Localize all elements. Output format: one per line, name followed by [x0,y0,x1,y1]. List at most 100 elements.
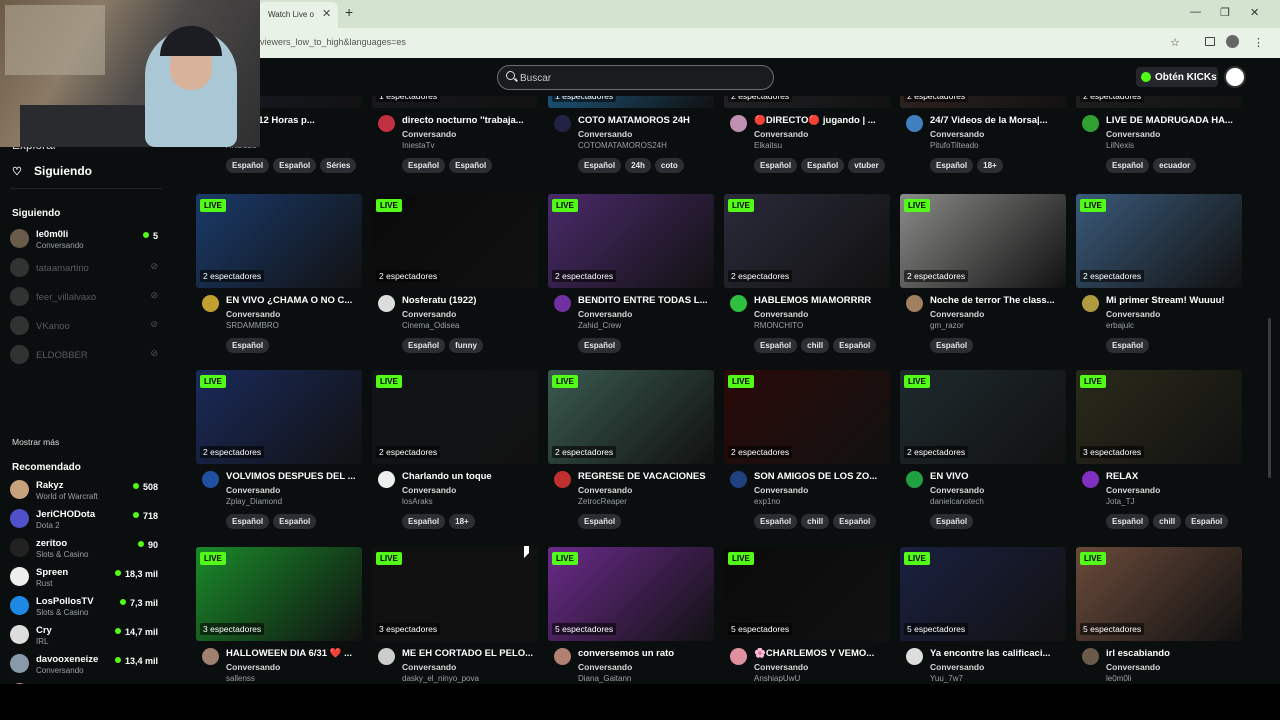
streamer-name[interactable]: AnshiapUwU [754,674,800,683]
tag-pill[interactable]: Español [1106,158,1150,173]
stream-card[interactable]: LIVE 5 espectadores irl escabiando Conversa… [1076,547,1242,684]
sidebar-channel[interactable]: VKanoo ⊘ [10,313,160,339]
streamer-avatar[interactable] [730,295,747,312]
stream-category[interactable]: Conversando [226,309,280,319]
streamer-avatar[interactable] [906,648,923,665]
tag-pill[interactable]: chill [801,338,830,353]
streamer-name[interactable]: sallenss [226,674,255,683]
stream-category[interactable]: Conversando [402,485,456,495]
stream-card[interactable]: LIVE 2 espectadores VOLVIMOS DESPUES DEL .… [196,370,362,546]
tag-pill[interactable]: Español [754,338,798,353]
maximize-icon[interactable]: ❐ [1220,6,1230,19]
stream-card[interactable]: LIVE 2 espectadores BENDITO ENTRE TODAS L.… [548,194,714,370]
streamer-avatar[interactable] [554,115,571,132]
stream-category[interactable]: Conversando [930,662,984,672]
tag-pill[interactable]: Español [754,158,798,173]
streamer-avatar[interactable] [730,115,747,132]
stream-card[interactable]: LIVE 2 espectadores HABLEMOS MIAMORRRR Conv… [724,194,890,370]
stream-thumbnail[interactable]: LIVE 5 espectadores [724,547,890,641]
tag-pill[interactable]: Español [1185,514,1229,529]
streamer-avatar[interactable] [378,648,395,665]
tag-pill[interactable]: Español [402,338,446,353]
stream-category[interactable]: Conversando [1106,129,1160,139]
cast-icon[interactable] [1205,37,1215,46]
streamer-name[interactable]: PitufoTilteado [930,141,979,150]
stream-thumbnail[interactable]: LIVE 2 espectadores [724,194,890,288]
tag-pill[interactable]: Español [833,338,877,353]
tag-pill[interactable]: Español [833,514,877,529]
sidebar-channel[interactable]: Cry IRL 14,7 mil [10,622,160,648]
streamer-name[interactable]: gm_razor [930,321,964,330]
stream-title[interactable]: 🌸CHARLEMOS Y VEMO... [754,648,890,659]
tag-pill[interactable]: Español [930,158,974,173]
user-avatar[interactable] [1224,66,1246,88]
minimize-icon[interactable]: — [1190,6,1201,18]
stream-title[interactable]: ME EH CORTADO EL PELO... [402,648,538,659]
stream-category[interactable]: Conversando [578,485,632,495]
stream-title[interactable]: 🔴DIRECTO🔴 jugando | ... [754,115,890,126]
stream-category[interactable]: Conversando [754,309,808,319]
stream-title[interactable]: 24/7 Videos de la Morsa|... [930,115,1066,126]
streamer-name[interactable]: LilNexis [1106,141,1134,150]
stream-title[interactable]: Charlando un toque [402,471,538,482]
stream-thumbnail[interactable]: LIVE 3 espectadores [372,547,538,641]
streamer-name[interactable]: RMONCHITO [754,321,803,330]
stream-thumbnail[interactable]: 2 espectadores [1076,96,1242,108]
streamer-avatar[interactable] [202,471,219,488]
sidebar-channel[interactable]: le0m0li Conversando 5 [10,226,160,252]
tag-pill[interactable]: chill [1153,514,1182,529]
close-window-icon[interactable]: ✕ [1250,6,1259,19]
stream-card[interactable]: LIVE 2 espectadores SON AMIGOS DE LOS ZO..… [724,370,890,546]
stream-thumbnail[interactable]: LIVE 2 espectadores [724,370,890,464]
streamer-name[interactable]: SRDAMMBRO [226,321,279,330]
stream-category[interactable]: Conversando [578,309,632,319]
stream-title[interactable]: COTO MATAMOROS 24H [578,115,714,126]
streamer-name[interactable]: COTOMATAMOROS24H [578,141,667,150]
stream-card[interactable]: LIVE 2 espectadores EN VIVO Conversando dani… [900,370,1066,546]
streamer-avatar[interactable] [202,648,219,665]
streamer-name[interactable]: Diana_Gaitann [578,674,631,683]
stream-title[interactable]: RELAX [1106,471,1242,482]
streamer-avatar[interactable] [378,471,395,488]
stream-title[interactable]: VOLVIMOS DESPUES DEL ... [226,471,362,482]
streamer-avatar[interactable] [554,648,571,665]
streamer-name[interactable]: Cinema_Odisea [402,321,459,330]
stream-category[interactable]: Conversando [402,662,456,672]
streamer-avatar[interactable] [906,295,923,312]
tag-pill[interactable]: Español [1106,514,1150,529]
stream-card[interactable]: LIVE 5 espectadores 🌸CHARLEMOS Y VEMO... Co… [724,547,890,684]
tag-pill[interactable]: Español [402,158,446,173]
stream-thumbnail[interactable]: LIVE 5 espectadores [1076,547,1242,641]
stream-card[interactable]: LIVE 3 espectadores ME EH CORTADO EL PELO.… [372,547,538,684]
streamer-name[interactable]: Yuu_7w7 [930,674,963,683]
streamer-avatar[interactable] [1082,471,1099,488]
tag-pill[interactable]: Español [578,338,622,353]
sidebar-channel[interactable]: JeriCHODota Dota 2 718 [10,506,160,532]
sidebar-channel[interactable]: Spreen Rust 18,3 mil [10,564,160,590]
stream-title[interactable]: LIVE DE MADRUGADA HA... [1106,115,1242,126]
tag-pill[interactable]: Español [578,158,622,173]
stream-thumbnail[interactable]: 1 espectadores [372,96,538,108]
tag-pill[interactable]: Español [226,338,270,353]
stream-thumbnail[interactable]: LIVE 2 espectadores [900,370,1066,464]
stream-title[interactable]: conversemos un rato [578,648,714,659]
scrollbar[interactable] [1268,318,1271,478]
streamer-name[interactable]: Zahid_Crew [578,321,621,330]
stream-thumbnail[interactable]: 2 espectadores [724,96,890,108]
tag-pill[interactable]: ecuador [1153,158,1197,173]
tag-pill[interactable]: Español [578,514,622,529]
tag-pill[interactable]: 18+ [977,158,1003,173]
streamer-avatar[interactable] [730,471,747,488]
stream-category[interactable]: Conversando [402,309,456,319]
stream-thumbnail[interactable]: LIVE 2 espectadores [372,194,538,288]
streamer-name[interactable]: Elkaitsu [754,141,782,150]
stream-title[interactable]: SON AMIGOS DE LOS ZO... [754,471,890,482]
stream-card[interactable]: LIVE 2 espectadores Mi primer Stream! Wuuu… [1076,194,1242,370]
stream-title[interactable]: Nosferatu (1922) [402,295,538,306]
stream-thumbnail[interactable]: LIVE 2 espectadores [900,194,1066,288]
stream-category[interactable]: Conversando [930,129,984,139]
stream-category[interactable]: Conversando [578,129,632,139]
stream-category[interactable]: Conversando [754,662,808,672]
stream-card[interactable]: LIVE 2 espectadores Nosferatu (1922) Conver… [372,194,538,370]
streamer-avatar[interactable] [378,295,395,312]
